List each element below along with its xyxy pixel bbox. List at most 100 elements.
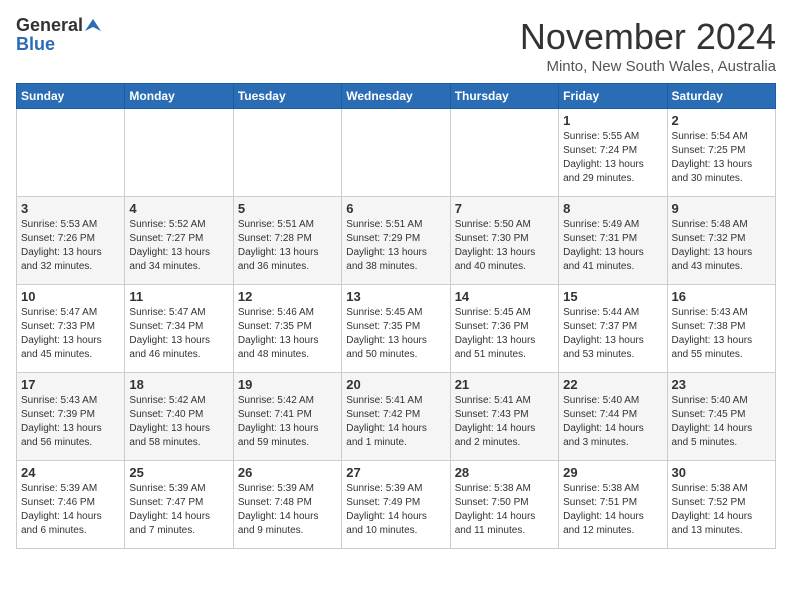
day-info: Sunrise: 5:40 AM Sunset: 7:45 PM Dayligh…	[672, 394, 771, 450]
logo-blue-text: Blue	[16, 34, 55, 55]
calendar-cell: 20 Sunrise: 5:41 AM Sunset: 7:42 PM Dayli…	[342, 373, 450, 461]
calendar-week-1: 1 Sunrise: 5:55 AM Sunset: 7:24 PM Daylig…	[17, 109, 776, 197]
day-number: 27	[346, 465, 445, 480]
day-number: 6	[346, 201, 445, 216]
day-number: 14	[455, 289, 554, 304]
day-info: Sunrise: 5:39 AM Sunset: 7:49 PM Dayligh…	[346, 482, 445, 538]
day-number: 3	[21, 201, 120, 216]
day-info: Sunrise: 5:40 AM Sunset: 7:44 PM Dayligh…	[563, 394, 662, 450]
day-number: 18	[129, 377, 228, 392]
calendar-cell: 13 Sunrise: 5:45 AM Sunset: 7:35 PM Dayli…	[342, 285, 450, 373]
day-info: Sunrise: 5:51 AM Sunset: 7:28 PM Dayligh…	[238, 218, 337, 274]
day-info: Sunrise: 5:38 AM Sunset: 7:52 PM Dayligh…	[672, 482, 771, 538]
calendar-cell: 23 Sunrise: 5:40 AM Sunset: 7:45 PM Dayli…	[667, 373, 775, 461]
day-number: 4	[129, 201, 228, 216]
day-info: Sunrise: 5:43 AM Sunset: 7:39 PM Dayligh…	[21, 394, 120, 450]
day-header-wednesday: Wednesday	[342, 84, 450, 109]
day-info: Sunrise: 5:42 AM Sunset: 7:40 PM Dayligh…	[129, 394, 228, 450]
day-info: Sunrise: 5:46 AM Sunset: 7:35 PM Dayligh…	[238, 306, 337, 362]
calendar-cell	[233, 109, 341, 197]
day-info: Sunrise: 5:45 AM Sunset: 7:36 PM Dayligh…	[455, 306, 554, 362]
day-number: 7	[455, 201, 554, 216]
day-number: 15	[563, 289, 662, 304]
day-number: 30	[672, 465, 771, 480]
day-number: 8	[563, 201, 662, 216]
day-number: 29	[563, 465, 662, 480]
calendar-cell: 14 Sunrise: 5:45 AM Sunset: 7:36 PM Dayli…	[450, 285, 558, 373]
day-info: Sunrise: 5:42 AM Sunset: 7:41 PM Dayligh…	[238, 394, 337, 450]
day-info: Sunrise: 5:39 AM Sunset: 7:46 PM Dayligh…	[21, 482, 120, 538]
calendar-cell: 22Sunrise: 5:40 AM Sunset: 7:44 PM Dayli…	[559, 373, 667, 461]
calendar-cell: 10Sunrise: 5:47 AM Sunset: 7:33 PM Dayli…	[17, 285, 125, 373]
month-title: November 2024	[520, 16, 776, 58]
title-section: November 2024 Minto, New South Wales, Au…	[520, 16, 776, 75]
calendar-week-2: 3 Sunrise: 5:53 AM Sunset: 7:26 PM Daylig…	[17, 197, 776, 285]
calendar-cell: 8Sunrise: 5:49 AM Sunset: 7:31 PM Daylig…	[559, 197, 667, 285]
day-number: 26	[238, 465, 337, 480]
day-header-tuesday: Tuesday	[233, 84, 341, 109]
calendar-cell: 26 Sunrise: 5:39 AM Sunset: 7:48 PM Dayli…	[233, 461, 341, 549]
day-info: Sunrise: 5:55 AM Sunset: 7:24 PM Dayligh…	[563, 130, 662, 186]
calendar-week-5: 24 Sunrise: 5:39 AM Sunset: 7:46 PM Dayli…	[17, 461, 776, 549]
day-number: 19	[238, 377, 337, 392]
calendar-cell	[450, 109, 558, 197]
calendar-cell: 24 Sunrise: 5:39 AM Sunset: 7:46 PM Dayli…	[17, 461, 125, 549]
location-subtitle: Minto, New South Wales, Australia	[520, 58, 776, 75]
day-info: Sunrise: 5:41 AM Sunset: 7:42 PM Dayligh…	[346, 394, 445, 450]
day-info: Sunrise: 5:44 AM Sunset: 7:37 PM Dayligh…	[563, 306, 662, 362]
logo: General Blue	[16, 16, 101, 55]
calendar-cell: 15 Sunrise: 5:44 AM Sunset: 7:37 PM Dayli…	[559, 285, 667, 373]
calendar-cell: 25Sunrise: 5:39 AM Sunset: 7:47 PM Dayli…	[125, 461, 233, 549]
calendar-table: SundayMondayTuesdayWednesdayThursdayFrid…	[16, 83, 776, 549]
calendar-cell: 1 Sunrise: 5:55 AM Sunset: 7:24 PM Daylig…	[559, 109, 667, 197]
logo-bird-icon	[85, 17, 101, 33]
calendar-cell: 30 Sunrise: 5:38 AM Sunset: 7:52 PM Dayli…	[667, 461, 775, 549]
day-info: Sunrise: 5:47 AM Sunset: 7:34 PM Dayligh…	[129, 306, 228, 362]
page-header: General Blue November 2024 Minto, New So…	[16, 16, 776, 75]
day-header-friday: Friday	[559, 84, 667, 109]
day-number: 21	[455, 377, 554, 392]
calendar-cell: 9 Sunrise: 5:48 AM Sunset: 7:32 PM Daylig…	[667, 197, 775, 285]
day-info: Sunrise: 5:39 AM Sunset: 7:47 PM Dayligh…	[129, 482, 228, 538]
calendar-week-3: 10Sunrise: 5:47 AM Sunset: 7:33 PM Dayli…	[17, 285, 776, 373]
day-info: Sunrise: 5:52 AM Sunset: 7:27 PM Dayligh…	[129, 218, 228, 274]
day-number: 5	[238, 201, 337, 216]
calendar-cell: 18 Sunrise: 5:42 AM Sunset: 7:40 PM Dayli…	[125, 373, 233, 461]
day-info: Sunrise: 5:38 AM Sunset: 7:50 PM Dayligh…	[455, 482, 554, 538]
day-number: 20	[346, 377, 445, 392]
day-info: Sunrise: 5:50 AM Sunset: 7:30 PM Dayligh…	[455, 218, 554, 274]
calendar-cell: 17 Sunrise: 5:43 AM Sunset: 7:39 PM Dayli…	[17, 373, 125, 461]
calendar-cell	[17, 109, 125, 197]
calendar-cell: 11 Sunrise: 5:47 AM Sunset: 7:34 PM Dayli…	[125, 285, 233, 373]
day-header-monday: Monday	[125, 84, 233, 109]
calendar-week-4: 17 Sunrise: 5:43 AM Sunset: 7:39 PM Dayli…	[17, 373, 776, 461]
calendar-cell: 19 Sunrise: 5:42 AM Sunset: 7:41 PM Dayli…	[233, 373, 341, 461]
day-info: Sunrise: 5:41 AM Sunset: 7:43 PM Dayligh…	[455, 394, 554, 450]
calendar-cell	[125, 109, 233, 197]
day-info: Sunrise: 5:51 AM Sunset: 7:29 PM Dayligh…	[346, 218, 445, 274]
day-number: 17	[21, 377, 120, 392]
day-info: Sunrise: 5:43 AM Sunset: 7:38 PM Dayligh…	[672, 306, 771, 362]
calendar-cell: 3 Sunrise: 5:53 AM Sunset: 7:26 PM Daylig…	[17, 197, 125, 285]
day-number: 13	[346, 289, 445, 304]
calendar-cell: 21 Sunrise: 5:41 AM Sunset: 7:43 PM Dayli…	[450, 373, 558, 461]
calendar-cell: 27 Sunrise: 5:39 AM Sunset: 7:49 PM Dayli…	[342, 461, 450, 549]
calendar-cell	[342, 109, 450, 197]
day-info: Sunrise: 5:53 AM Sunset: 7:26 PM Dayligh…	[21, 218, 120, 274]
day-info: Sunrise: 5:47 AM Sunset: 7:33 PM Dayligh…	[21, 306, 120, 362]
day-number: 9	[672, 201, 771, 216]
day-info: Sunrise: 5:48 AM Sunset: 7:32 PM Dayligh…	[672, 218, 771, 274]
day-header-saturday: Saturday	[667, 84, 775, 109]
calendar-cell: 12Sunrise: 5:46 AM Sunset: 7:35 PM Dayli…	[233, 285, 341, 373]
day-number: 24	[21, 465, 120, 480]
calendar-cell: 4 Sunrise: 5:52 AM Sunset: 7:27 PM Daylig…	[125, 197, 233, 285]
day-number: 2	[672, 113, 771, 128]
day-number: 23	[672, 377, 771, 392]
day-number: 11	[129, 289, 228, 304]
day-info: Sunrise: 5:39 AM Sunset: 7:48 PM Dayligh…	[238, 482, 337, 538]
day-number: 1	[563, 113, 662, 128]
day-info: Sunrise: 5:54 AM Sunset: 7:25 PM Dayligh…	[672, 130, 771, 186]
day-number: 28	[455, 465, 554, 480]
calendar-cell: 16Sunrise: 5:43 AM Sunset: 7:38 PM Dayli…	[667, 285, 775, 373]
day-info: Sunrise: 5:45 AM Sunset: 7:35 PM Dayligh…	[346, 306, 445, 362]
